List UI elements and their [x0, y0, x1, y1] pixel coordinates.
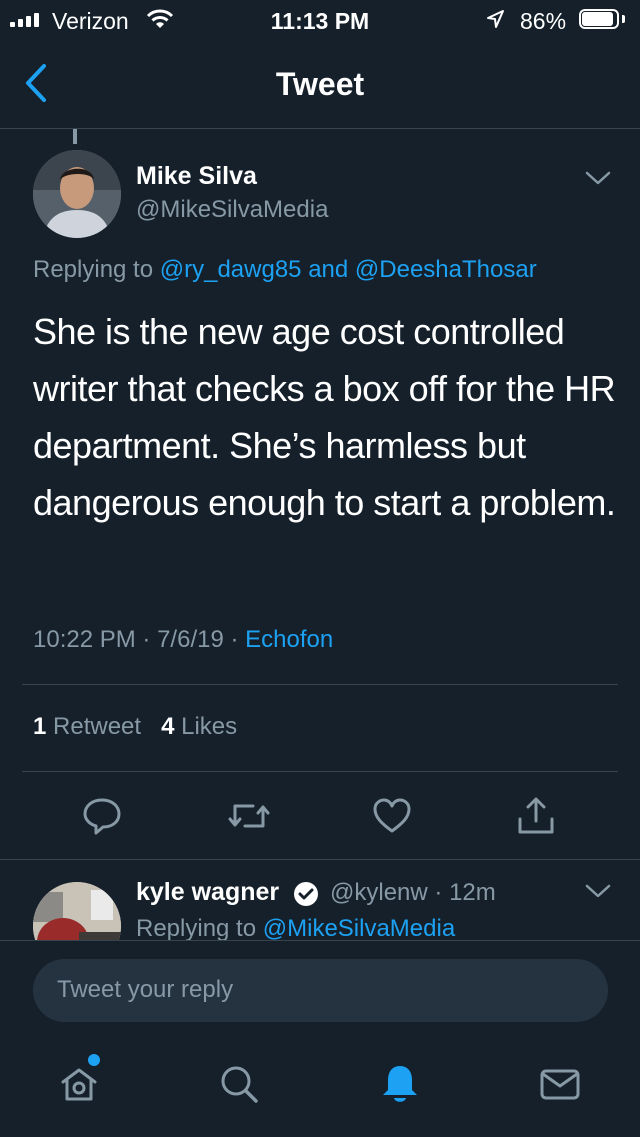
tweet-date: 7/6/19: [157, 626, 224, 653]
engagement-stats: 1 Retweet 4 Likes: [33, 713, 237, 741]
author-avatar[interactable]: [33, 150, 121, 238]
divider: [22, 684, 618, 685]
retweet-label: Retweet: [53, 713, 142, 740]
comment-icon: [83, 798, 121, 835]
reply-input-placeholder: Tweet your reply: [57, 976, 234, 1003]
location-icon: [485, 8, 505, 36]
like-count: 4: [161, 713, 175, 740]
retweets-stat[interactable]: 1 Retweet: [33, 713, 141, 740]
reply-replying-to-line: Replying to @MikeSilvaMedia: [136, 915, 455, 943]
status-bar: Verizon 11:13 PM 86%: [0, 0, 640, 40]
replying-to-links[interactable]: @ry_dawg85 and @DeeshaThosar: [160, 256, 537, 283]
search-icon: [221, 1066, 258, 1103]
home-icon: [61, 1068, 97, 1101]
new-content-dot: [88, 1054, 100, 1066]
divider: [22, 771, 618, 772]
bell-icon: [383, 1066, 417, 1102]
tweet-time: 10:22 PM: [33, 626, 136, 653]
retweet-icon: [228, 804, 270, 828]
mail-icon: [540, 1069, 580, 1100]
battery-icon: [579, 9, 619, 29]
replying-prefix: Replying to: [33, 256, 154, 283]
tab-search[interactable]: [217, 1062, 261, 1111]
thread-line: [73, 129, 77, 144]
reply-age: 12m: [449, 879, 496, 906]
retweet-count: 1: [33, 713, 47, 740]
author-name[interactable]: Mike Silva: [136, 162, 257, 191]
tweet-source-link[interactable]: Echofon: [245, 626, 333, 653]
reply-button[interactable]: [81, 795, 123, 842]
share-button[interactable]: [515, 795, 557, 842]
reply-replying-to-link[interactable]: @MikeSilvaMedia: [263, 915, 455, 942]
like-button[interactable]: [371, 795, 413, 842]
tweet-text: She is the new age cost controlled write…: [33, 311, 616, 523]
battery-percent: 86%: [520, 8, 567, 34]
likes-stat[interactable]: 4 Likes: [161, 713, 237, 740]
like-label: Likes: [181, 713, 238, 740]
nav-divider: [0, 128, 640, 129]
tab-messages[interactable]: [538, 1062, 582, 1111]
chevron-down-icon: [585, 884, 611, 898]
chevron-down-icon: [585, 171, 611, 185]
reply-replying-prefix: Replying to: [136, 915, 257, 942]
tweet-meta: 10:22 PM · 7/6/19 · Echofon: [33, 626, 334, 653]
page-title: Tweet: [275, 66, 365, 102]
author-handle[interactable]: @MikeSilvaMedia: [136, 196, 328, 224]
tweet-menu-button[interactable]: [585, 170, 611, 191]
tab-home[interactable]: [57, 1062, 101, 1111]
share-icon: [518, 797, 554, 834]
tab-notifications[interactable]: [378, 1062, 422, 1111]
reply-menu-button[interactable]: [585, 883, 611, 904]
reply-author-meta: @kylenw · 12m: [330, 879, 496, 906]
retweet-button[interactable]: [226, 795, 272, 842]
reply-author-handle[interactable]: @kylenw: [330, 879, 428, 906]
divider: [0, 859, 640, 860]
heart-icon: [373, 798, 411, 833]
reply-author-name[interactable]: kyle wagner: [136, 878, 279, 907]
verified-badge-icon: [293, 881, 319, 912]
replying-to-line: Replying to @ry_dawg85 and @DeeshaThosar: [33, 256, 537, 284]
